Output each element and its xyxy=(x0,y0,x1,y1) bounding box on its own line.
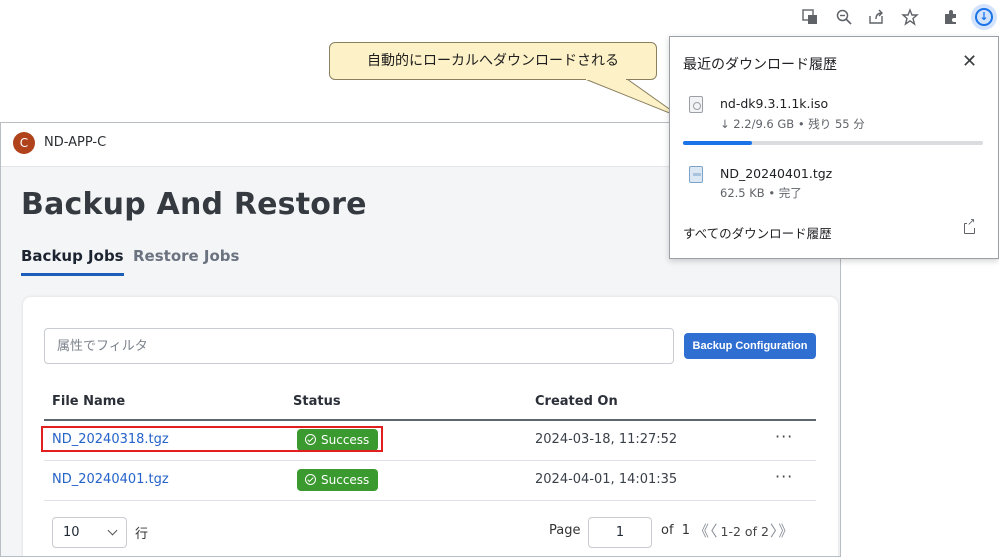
close-icon[interactable]: ✕ xyxy=(962,51,977,72)
zoom-icon[interactable] xyxy=(834,8,854,28)
page-label: Page xyxy=(549,523,581,538)
pagination: 10 行 Page 1 of 1 《〈 1-2 of 2〉》 xyxy=(44,517,816,549)
extensions-icon[interactable] xyxy=(941,8,961,28)
download-status: ↓ 2.2/9.6 GB • 残り 55 分 xyxy=(720,117,865,131)
archive-file-icon xyxy=(689,166,703,183)
page-navigation: 《〈 1-2 of 2〉》 xyxy=(694,520,794,541)
tab-restore-jobs[interactable]: Restore Jobs xyxy=(133,247,239,273)
open-external-icon[interactable] xyxy=(964,218,976,234)
download-progress-track xyxy=(683,141,983,145)
file-name-link[interactable]: ND_20240401.tgz xyxy=(52,472,169,487)
table-header: File Name Status Created On xyxy=(44,385,816,421)
avatar[interactable]: C xyxy=(13,132,35,154)
table-row: ND_20240318.tgz Success 2024-03-18, 11:2… xyxy=(44,421,816,461)
backup-jobs-card: Backup Configuration File Name Status Cr… xyxy=(23,297,838,556)
created-on: 2024-03-18, 11:27:52 xyxy=(535,432,678,447)
downloads-title: 最近のダウンロード履歴 xyxy=(683,57,837,73)
created-on: 2024-04-01, 14:01:35 xyxy=(535,472,678,487)
rows-per-page-value: 10 xyxy=(63,525,80,540)
row-actions-menu[interactable]: ··· xyxy=(775,467,793,486)
backup-jobs-table: File Name Status Created On ND_20240318.… xyxy=(44,385,816,501)
status-badge: Success xyxy=(297,429,379,451)
star-icon[interactable] xyxy=(900,8,920,28)
page-number-input[interactable]: 1 xyxy=(588,517,652,548)
callout-note: 自動的にローカルへダウンロードされる xyxy=(329,42,657,80)
status-text: Success xyxy=(321,433,370,447)
status-text: Success xyxy=(321,473,370,487)
page-title: Backup And Restore xyxy=(21,187,367,222)
rows-label: 行 xyxy=(135,527,149,542)
next-page-icon[interactable]: 〉 xyxy=(770,522,778,540)
download-file-name: ND_20240401.tgz xyxy=(720,166,833,181)
check-circle-icon xyxy=(305,474,316,485)
column-header-status[interactable]: Status xyxy=(293,394,341,409)
rows-per-page-select[interactable]: 10 xyxy=(52,517,127,548)
backup-configuration-button[interactable]: Backup Configuration xyxy=(684,333,816,359)
chevron-down-icon xyxy=(107,525,118,536)
share-icon[interactable] xyxy=(866,8,886,28)
download-progress-fill xyxy=(683,141,752,145)
check-circle-icon xyxy=(305,434,316,445)
downloads-popup: 最近のダウンロード履歴 ✕ nd-dk9.3.1.1k.iso ↓ 2.2/9.… xyxy=(669,36,999,259)
disc-file-icon xyxy=(689,96,703,113)
status-badge: Success xyxy=(297,469,379,491)
previous-page-icon[interactable]: 〈 xyxy=(710,522,718,540)
row-actions-menu[interactable]: ··· xyxy=(775,427,793,446)
column-header-created-on[interactable]: Created On xyxy=(535,394,618,409)
download-file-name: nd-dk9.3.1.1k.iso xyxy=(720,96,829,111)
translate-icon[interactable] xyxy=(800,8,820,28)
browser-toolbar xyxy=(669,0,999,36)
file-name-link[interactable]: ND_20240318.tgz xyxy=(52,432,169,447)
all-downloads-link[interactable]: すべてのダウンロード履歴 xyxy=(683,223,832,242)
total-pages-label: of 1 xyxy=(661,523,691,538)
range-label: 1-2 of 2 xyxy=(720,524,769,539)
filter-input[interactable] xyxy=(44,328,674,364)
column-header-file-name[interactable]: File Name xyxy=(52,394,125,409)
download-icon[interactable]: ↓ xyxy=(971,4,997,30)
tab-backup-jobs[interactable]: Backup Jobs xyxy=(21,247,124,276)
app-name: ND-APP-C xyxy=(44,135,107,150)
download-status: 62.5 KB • 完了 xyxy=(720,186,802,200)
first-page-icon[interactable]: 《 xyxy=(694,522,709,540)
table-row: ND_20240401.tgz Success 2024-04-01, 14:0… xyxy=(44,461,816,501)
download-arrow-icon: ↓ xyxy=(975,8,993,26)
last-page-icon[interactable]: 》 xyxy=(778,522,793,540)
